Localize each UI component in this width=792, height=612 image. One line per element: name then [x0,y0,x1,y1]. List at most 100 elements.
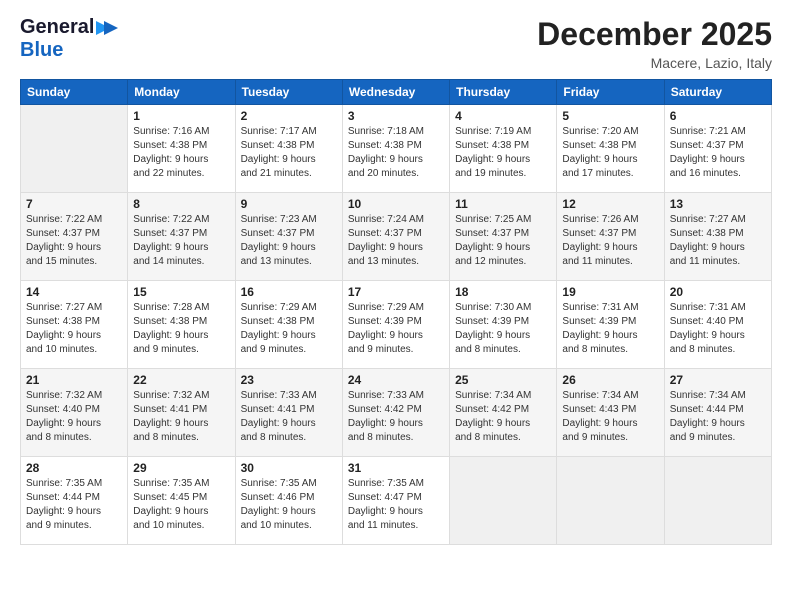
day-info: Sunrise: 7:34 AMSunset: 4:42 PMDaylight:… [455,389,551,445]
calendar-cell: 5 Sunrise: 7:20 AMSunset: 4:38 PMDaylight… [557,105,664,193]
calendar-cell: 18 Sunrise: 7:30 AMSunset: 4:39 PMDayligh… [450,281,557,369]
calendar-cell: 16 Sunrise: 7:29 AMSunset: 4:38 PMDayligh… [235,281,342,369]
calendar-cell: 24 Sunrise: 7:33 AMSunset: 4:42 PMDayligh… [342,369,449,457]
day-number: 10 [348,197,444,211]
day-number: 13 [670,197,766,211]
calendar-cell: 27Sunrise: 7:34 AMSunset: 4:44 PMDayligh… [664,369,771,457]
day-info: Sunrise: 7:34 AMSunset: 4:44 PMDaylight:… [670,389,766,445]
day-number: 7 [26,197,122,211]
day-number: 20 [670,285,766,299]
col-saturday: Saturday [664,80,771,105]
day-info: Sunrise: 7:18 AMSunset: 4:38 PMDaylight:… [348,125,444,181]
day-info: Sunrise: 7:21 AMSunset: 4:37 PMDaylight:… [670,125,766,181]
col-thursday: Thursday [450,80,557,105]
calendar-cell: 29 Sunrise: 7:35 AMSunset: 4:45 PMDayligh… [128,457,235,545]
calendar-cell: 17Sunrise: 7:29 AMSunset: 4:39 PMDayligh… [342,281,449,369]
day-number: 24 [348,373,444,387]
day-info: Sunrise: 7:32 AMSunset: 4:40 PMDaylight:… [26,389,122,445]
calendar-cell: 9Sunrise: 7:23 AMSunset: 4:37 PMDaylight… [235,193,342,281]
calendar-cell [557,457,664,545]
day-number: 12 [562,197,658,211]
day-info: Sunrise: 7:24 AMSunset: 4:37 PMDaylight:… [348,213,444,269]
calendar-week-3: 14Sunrise: 7:27 AMSunset: 4:38 PMDayligh… [21,281,772,369]
day-number: 5 [562,109,658,123]
calendar-cell: 4 Sunrise: 7:19 AMSunset: 4:38 PMDaylight… [450,105,557,193]
calendar-cell: 8Sunrise: 7:22 AMSunset: 4:37 PMDaylight… [128,193,235,281]
calendar-cell: 21Sunrise: 7:32 AMSunset: 4:40 PMDayligh… [21,369,128,457]
day-number: 18 [455,285,551,299]
calendar-cell: 19 Sunrise: 7:31 AMSunset: 4:39 PMDayligh… [557,281,664,369]
day-info: Sunrise: 7:27 AMSunset: 4:38 PMDaylight:… [26,301,122,357]
day-info: Sunrise: 7:16 AMSunset: 4:38 PMDaylight:… [133,125,229,181]
calendar-cell: 28 Sunrise: 7:35 AMSunset: 4:44 PMDayligh… [21,457,128,545]
day-number: 16 [241,285,337,299]
logo: General Blue [20,16,118,62]
day-number: 22 [133,373,229,387]
day-number: 31 [348,461,444,475]
day-info: Sunrise: 7:25 AMSunset: 4:37 PMDaylight:… [455,213,551,269]
day-info: Sunrise: 7:30 AMSunset: 4:39 PMDaylight:… [455,301,551,357]
day-info: Sunrise: 7:29 AMSunset: 4:38 PMDaylight:… [241,301,337,357]
day-number: 19 [562,285,658,299]
day-info: Sunrise: 7:33 AMSunset: 4:42 PMDaylight:… [348,389,444,445]
calendar-cell: 26 Sunrise: 7:34 AMSunset: 4:43 PMDayligh… [557,369,664,457]
col-tuesday: Tuesday [235,80,342,105]
calendar-cell [21,105,128,193]
calendar-cell: 11Sunrise: 7:25 AMSunset: 4:37 PMDayligh… [450,193,557,281]
calendar-cell: 12Sunrise: 7:26 AMSunset: 4:37 PMDayligh… [557,193,664,281]
calendar-week-5: 28 Sunrise: 7:35 AMSunset: 4:44 PMDayligh… [21,457,772,545]
calendar-cell: 14Sunrise: 7:27 AMSunset: 4:38 PMDayligh… [21,281,128,369]
calendar-cell: 13 Sunrise: 7:27 AMSunset: 4:38 PMDayligh… [664,193,771,281]
col-friday: Friday [557,80,664,105]
calendar-table: Sunday Monday Tuesday Wednesday Thursday… [20,79,772,545]
logo-general: General [20,16,94,39]
day-number: 3 [348,109,444,123]
day-number: 25 [455,373,551,387]
day-number: 8 [133,197,229,211]
header-row: Sunday Monday Tuesday Wednesday Thursday… [21,80,772,105]
calendar-cell: 23 Sunrise: 7:33 AMSunset: 4:41 PMDayligh… [235,369,342,457]
day-info: Sunrise: 7:35 AMSunset: 4:47 PMDaylight:… [348,477,444,533]
page: General Blue December 2025 Macere, Lazio… [0,0,792,612]
day-number: 26 [562,373,658,387]
calendar-cell: 3 Sunrise: 7:18 AMSunset: 4:38 PMDaylight… [342,105,449,193]
day-info: Sunrise: 7:34 AMSunset: 4:43 PMDaylight:… [562,389,658,445]
calendar-week-4: 21Sunrise: 7:32 AMSunset: 4:40 PMDayligh… [21,369,772,457]
col-sunday: Sunday [21,80,128,105]
day-number: 6 [670,109,766,123]
day-info: Sunrise: 7:35 AMSunset: 4:44 PMDaylight:… [26,477,122,533]
calendar-week-1: 1Sunrise: 7:16 AMSunset: 4:38 PMDaylight… [21,105,772,193]
day-number: 9 [241,197,337,211]
col-wednesday: Wednesday [342,80,449,105]
col-monday: Monday [128,80,235,105]
calendar-cell: 7Sunrise: 7:22 AMSunset: 4:37 PMDaylight… [21,193,128,281]
calendar-cell: 20 Sunrise: 7:31 AMSunset: 4:40 PMDayligh… [664,281,771,369]
day-info: Sunrise: 7:29 AMSunset: 4:39 PMDaylight:… [348,301,444,357]
day-number: 23 [241,373,337,387]
day-number: 4 [455,109,551,123]
calendar-subtitle: Macere, Lazio, Italy [537,55,772,71]
day-info: Sunrise: 7:19 AMSunset: 4:38 PMDaylight:… [455,125,551,181]
calendar-cell: 22Sunrise: 7:32 AMSunset: 4:41 PMDayligh… [128,369,235,457]
day-number: 28 [26,461,122,475]
day-number: 30 [241,461,337,475]
day-info: Sunrise: 7:17 AMSunset: 4:38 PMDaylight:… [241,125,337,181]
calendar-cell: 31 Sunrise: 7:35 AMSunset: 4:47 PMDayligh… [342,457,449,545]
day-info: Sunrise: 7:31 AMSunset: 4:39 PMDaylight:… [562,301,658,357]
header: General Blue December 2025 Macere, Lazio… [20,16,772,71]
calendar-cell: 15Sunrise: 7:28 AMSunset: 4:38 PMDayligh… [128,281,235,369]
day-number: 2 [241,109,337,123]
calendar-cell: 30 Sunrise: 7:35 AMSunset: 4:46 PMDayligh… [235,457,342,545]
calendar-cell: 10 Sunrise: 7:24 AMSunset: 4:37 PMDayligh… [342,193,449,281]
title-block: December 2025 Macere, Lazio, Italy [537,16,772,71]
day-info: Sunrise: 7:20 AMSunset: 4:38 PMDaylight:… [562,125,658,181]
calendar-cell: 2 Sunrise: 7:17 AMSunset: 4:38 PMDaylight… [235,105,342,193]
calendar-cell [664,457,771,545]
day-number: 29 [133,461,229,475]
day-info: Sunrise: 7:31 AMSunset: 4:40 PMDaylight:… [670,301,766,357]
day-info: Sunrise: 7:33 AMSunset: 4:41 PMDaylight:… [241,389,337,445]
day-info: Sunrise: 7:27 AMSunset: 4:38 PMDaylight:… [670,213,766,269]
day-info: Sunrise: 7:35 AMSunset: 4:46 PMDaylight:… [241,477,337,533]
day-info: Sunrise: 7:35 AMSunset: 4:45 PMDaylight:… [133,477,229,533]
logo-arrow-icon [96,21,118,35]
